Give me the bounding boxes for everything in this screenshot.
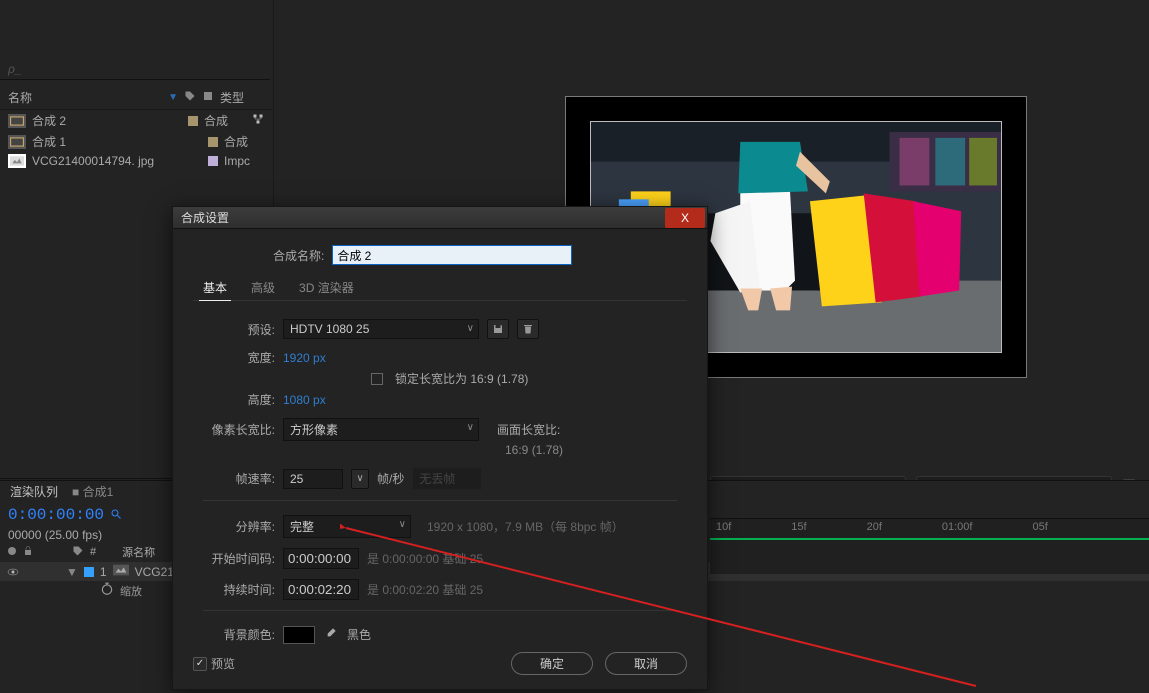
item-name: 合成 1 bbox=[32, 133, 66, 150]
tick: 10f bbox=[716, 521, 731, 533]
item-label-swatch[interactable] bbox=[208, 137, 218, 147]
comp-thumb-icon bbox=[8, 135, 26, 149]
resolution-select[interactable]: 完整∨ bbox=[283, 515, 411, 538]
lock-aspect-label: 锁定长宽比为 16:9 (1.78) bbox=[395, 370, 528, 387]
duration-info: 是 0:00:02:20 基础 25 bbox=[367, 581, 483, 598]
par-select[interactable]: 方形像素∨ bbox=[283, 418, 479, 441]
layer-number-col: # bbox=[90, 546, 96, 558]
frame-info: 00000 (25.00 fps) bbox=[8, 528, 102, 542]
layer-source-col: 源名称 bbox=[122, 544, 155, 560]
preset-label: 预设: bbox=[203, 321, 275, 338]
cancel-button[interactable]: 取消 bbox=[605, 652, 687, 675]
tab-advanced[interactable]: 高级 bbox=[251, 279, 275, 296]
bg-color-name: 黑色 bbox=[347, 626, 371, 643]
height-value[interactable]: 1080 px bbox=[283, 393, 326, 407]
work-area-bar[interactable] bbox=[710, 538, 1149, 540]
par-label: 像素长宽比: bbox=[203, 421, 275, 438]
dialog-title: 合成设置 bbox=[181, 209, 229, 226]
lock-aspect-checkbox[interactable] bbox=[371, 373, 383, 385]
width-label: 宽度: bbox=[203, 349, 275, 366]
separator bbox=[203, 610, 677, 611]
preset-select[interactable]: HDTV 1080 25∨ bbox=[283, 319, 479, 339]
item-label-swatch[interactable] bbox=[208, 156, 218, 166]
visibility-toggle[interactable] bbox=[6, 565, 20, 579]
eyedropper-button[interactable] bbox=[323, 625, 339, 644]
resolution-info: 1920 x 1080，7.9 MB（每 8bpc 帧） bbox=[427, 518, 624, 535]
height-label: 高度: bbox=[203, 391, 275, 408]
item-name: 合成 2 bbox=[32, 112, 66, 129]
dialog-tabs: 基本 高级 3D 渲染器 bbox=[193, 279, 687, 301]
label-icon[interactable] bbox=[202, 90, 214, 105]
bg-color-swatch[interactable] bbox=[283, 626, 315, 644]
footage-icon bbox=[113, 564, 129, 579]
layer-label-swatch[interactable] bbox=[84, 567, 94, 577]
item-type: 合成 bbox=[204, 112, 244, 129]
resolution-label: 分辨率: bbox=[203, 518, 275, 535]
stopwatch-icon[interactable] bbox=[100, 582, 114, 599]
comp-name-input[interactable] bbox=[332, 245, 572, 265]
comp-name-label: 合成名称: bbox=[273, 247, 324, 264]
tag-icon[interactable] bbox=[184, 90, 196, 105]
time-ruler[interactable]: 10f 15f 20f 01:00f 05f bbox=[710, 519, 1149, 535]
fps-unit-label: 帧/秒 bbox=[377, 470, 404, 487]
dialog-footer: ✓ 预览 确定 取消 bbox=[173, 652, 707, 675]
dialog-titlebar[interactable]: 合成设置 X bbox=[173, 207, 707, 229]
frame-aspect-value: 16:9 (1.78) bbox=[505, 443, 563, 457]
dropframe-select: 无丢帧 bbox=[412, 467, 482, 490]
column-name[interactable]: 名称 bbox=[8, 89, 168, 106]
timeline-ruler-area[interactable]: 10f 15f 20f 01:00f 05f bbox=[710, 518, 1149, 574]
separator bbox=[203, 500, 677, 501]
frame-aspect-label: 画面长宽比: bbox=[497, 421, 560, 438]
twirl-icon[interactable]: ▼ bbox=[66, 565, 78, 579]
project-search-input[interactable]: ρ_ bbox=[8, 62, 22, 76]
tick: 05f bbox=[1032, 521, 1047, 533]
start-timecode-label: 开始时间码: bbox=[203, 550, 275, 567]
layer-number: 1 bbox=[100, 565, 107, 579]
project-item-comp2[interactable]: 合成 2 合成 bbox=[0, 110, 272, 131]
comp-thumb-icon bbox=[8, 114, 26, 128]
label-toggle-icon[interactable] bbox=[72, 545, 84, 560]
project-columns-header: 名称 ▼ 类型 bbox=[0, 86, 272, 110]
start-timecode-info: 是 0:00:00:00 基础 25 bbox=[367, 550, 483, 567]
save-preset-button[interactable] bbox=[487, 319, 509, 339]
composition-settings-dialog: 合成设置 X 合成名称: 基本 高级 3D 渲染器 预设: HDTV 1080 … bbox=[172, 206, 708, 690]
delete-preset-button[interactable] bbox=[517, 319, 539, 339]
item-label-swatch[interactable] bbox=[188, 116, 198, 126]
item-name: VCG21400014794. jpg bbox=[32, 154, 154, 168]
composition-tab[interactable]: ■ 合成1 bbox=[72, 483, 113, 500]
duration-label: 持续时间: bbox=[203, 581, 275, 598]
start-timecode-input[interactable] bbox=[283, 548, 359, 569]
fps-select[interactable]: 25 bbox=[283, 469, 343, 489]
tab-basic[interactable]: 基本 bbox=[203, 279, 227, 296]
timecode-search-icon[interactable] bbox=[110, 508, 122, 523]
fps-label: 帧速率: bbox=[203, 470, 275, 487]
av-toggle-icon[interactable] bbox=[6, 545, 18, 560]
project-panel: 名称 ▼ 类型 合成 2 合成 合成 1 合成 VCG21400014794. … bbox=[0, 86, 272, 170]
item-type: Impc bbox=[224, 154, 264, 168]
tick: 20f bbox=[867, 521, 882, 533]
preview-checkbox[interactable]: ✓ bbox=[193, 657, 207, 671]
project-item-image[interactable]: VCG21400014794. jpg Impc bbox=[0, 152, 272, 170]
render-queue-tab[interactable]: 渲染队列 bbox=[10, 483, 58, 500]
item-type: 合成 bbox=[224, 133, 264, 150]
project-item-comp1[interactable]: 合成 1 合成 bbox=[0, 131, 272, 152]
tick: 01:00f bbox=[942, 521, 973, 533]
property-name: 缩放 bbox=[120, 583, 142, 599]
sort-indicator-icon[interactable]: ▼ bbox=[168, 92, 178, 103]
bg-color-label: 背景颜色: bbox=[203, 626, 275, 643]
preview-label: 预览 bbox=[211, 655, 235, 672]
ok-button[interactable]: 确定 bbox=[511, 652, 593, 675]
fps-dropdown-button[interactable]: ∨ bbox=[351, 469, 369, 489]
close-button[interactable]: X bbox=[665, 208, 705, 228]
image-thumb-icon bbox=[8, 154, 26, 168]
flowchart-icon[interactable] bbox=[250, 113, 264, 128]
tick: 15f bbox=[791, 521, 806, 533]
current-timecode[interactable]: 0:00:00:00 bbox=[8, 506, 104, 524]
tab-3d-renderer[interactable]: 3D 渲染器 bbox=[299, 279, 354, 296]
width-value[interactable]: 1920 px bbox=[283, 351, 326, 365]
duration-input[interactable] bbox=[283, 579, 359, 600]
lock-toggle-icon[interactable] bbox=[22, 545, 34, 560]
column-type[interactable]: 类型 bbox=[220, 89, 260, 106]
